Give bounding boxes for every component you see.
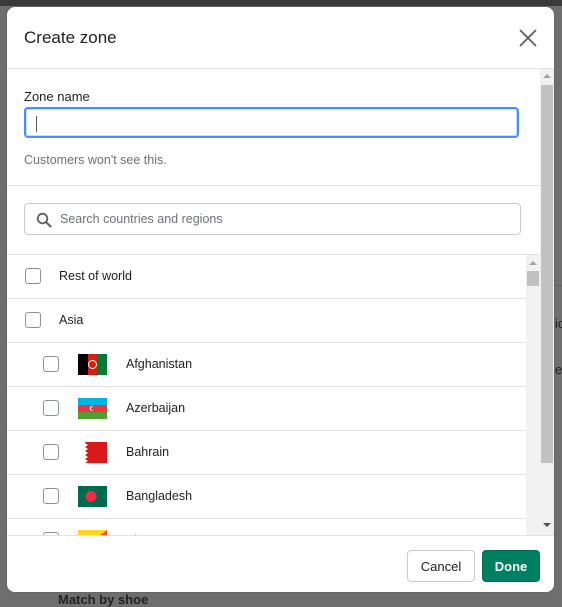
list-item-bangladesh[interactable]: Bangladesh (7, 475, 526, 519)
afghanistan-flag-icon (78, 354, 107, 375)
search-icon (36, 212, 52, 228)
checkbox[interactable] (43, 488, 59, 504)
list-item-rest-of-world[interactable]: Rest of world (7, 255, 526, 299)
checkbox[interactable] (25, 268, 41, 284)
modal-body: Zone name Customers won't see this. Sear… (7, 69, 554, 535)
scroll-up-icon[interactable] (529, 261, 537, 265)
list-item-afghanistan[interactable]: Afghanistan (7, 343, 526, 387)
search-placeholder: Search countries and regions (60, 212, 223, 226)
scrollbar-thumb[interactable] (541, 85, 553, 463)
list-item-label: Bangladesh (126, 489, 193, 503)
close-icon (519, 29, 537, 47)
modal-footer: Cancel Done (7, 535, 554, 592)
scroll-up-icon[interactable] (543, 74, 551, 78)
search-countries-input[interactable]: Search countries and regions (24, 203, 521, 235)
browser-top-edge (0, 0, 562, 6)
modal-scrollbar[interactable] (540, 69, 554, 535)
list-item-label: Bahrain (126, 445, 170, 459)
checkbox[interactable] (43, 356, 59, 372)
checkbox[interactable] (25, 312, 41, 328)
bangladesh-flag-icon (78, 486, 107, 507)
done-button[interactable]: Done (482, 550, 540, 582)
zone-name-input[interactable] (24, 107, 519, 138)
divider (7, 185, 540, 186)
scrollbar-thumb[interactable] (527, 271, 539, 286)
list-item-bhutan[interactable]: Bhutan (7, 519, 526, 535)
list-item-label: Rest of world (59, 269, 132, 283)
zone-name-help-text: Customers won't see this. (24, 153, 167, 167)
list-item-asia[interactable]: Asia (7, 299, 526, 343)
bahrain-flag-icon (78, 442, 107, 463)
background-text: e (555, 362, 562, 377)
checkbox[interactable] (43, 444, 59, 460)
zone-name-label: Zone name (24, 89, 90, 104)
list-item-azerbaijan[interactable]: Azerbaijan (7, 387, 526, 431)
scroll-down-icon[interactable] (543, 523, 551, 527)
text-cursor (36, 116, 37, 132)
create-zone-modal: Create zone Zone name Customers won't se… (7, 7, 554, 592)
list-item-bahrain[interactable]: Bahrain (7, 431, 526, 475)
modal-header: Create zone (7, 7, 554, 69)
list-scrollbar[interactable] (526, 255, 540, 535)
azerbaijan-flag-icon (78, 398, 107, 419)
background-text: ic (555, 316, 562, 331)
modal-title: Create zone (24, 28, 117, 47)
checkbox[interactable] (43, 400, 59, 416)
list-item-label: Afghanistan (126, 357, 193, 371)
close-button[interactable] (517, 27, 539, 49)
list-item-label: Azerbaijan (126, 401, 186, 415)
country-list: Rest of world Asia Afghanistan Azerbaija… (7, 255, 540, 535)
cancel-button[interactable]: Cancel (407, 550, 475, 582)
list-item-label: Asia (59, 313, 84, 327)
